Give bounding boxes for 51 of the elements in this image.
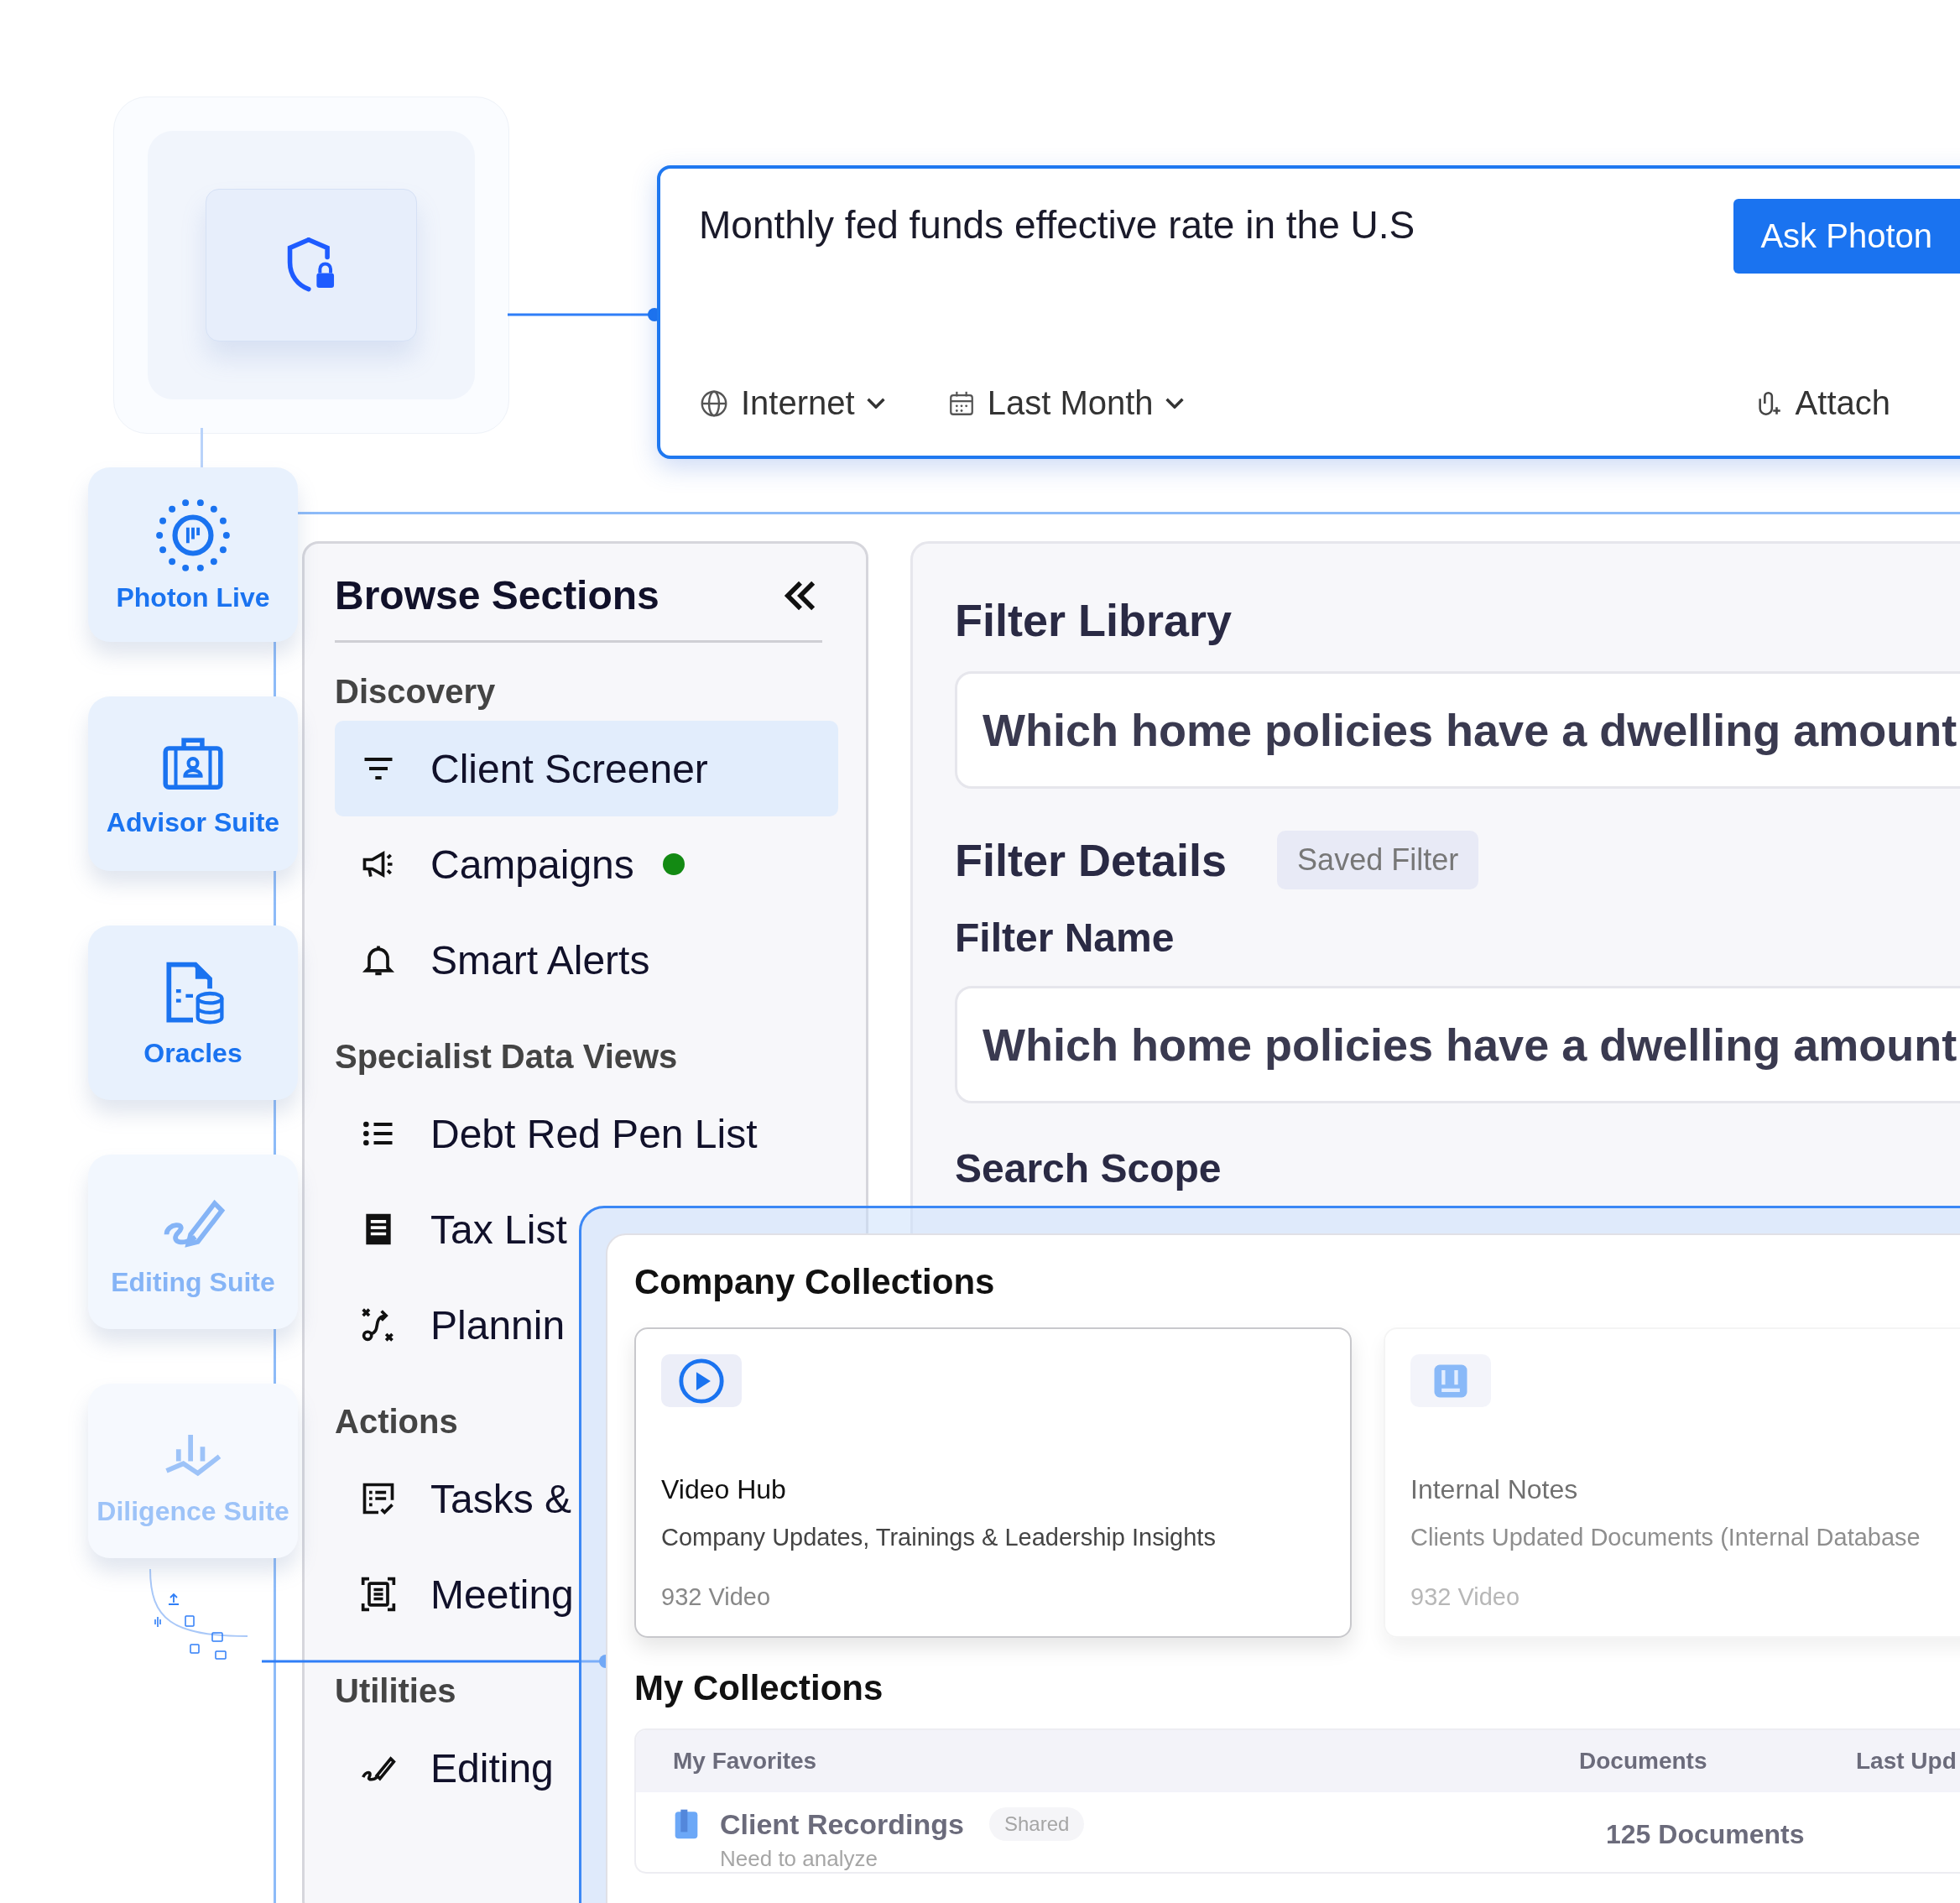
rail-card[interactable]: Oracles (88, 925, 298, 1100)
field-label: Filter Name (955, 915, 1175, 961)
section-heading: Actions (335, 1403, 458, 1441)
card-description: Clients Updated Documents (Internal Database (1410, 1524, 1921, 1551)
chevron-down-icon (1165, 398, 1184, 409)
column-header[interactable]: My Favorites (673, 1748, 1579, 1775)
filter-dropdown[interactable]: Internet (699, 384, 885, 422)
card-title: Internal Notes (1410, 1474, 1579, 1505)
card-description: Company Updates, Trainings & Leadership Insights (661, 1524, 1217, 1551)
chevron-down-icon (866, 398, 885, 409)
table-cell-text: Need to analyze (720, 1846, 878, 1872)
book-icon (673, 1807, 700, 1841)
filter-dropdown[interactable]: Last Month (946, 384, 1184, 422)
menu-item[interactable]: Tasks & (335, 1451, 579, 1546)
shared-tag: Shared (988, 1807, 1085, 1841)
collection-card[interactable]: Internal Notes Clients Updated Documents (Internal Database 932 Video (1384, 1327, 1960, 1638)
column-header[interactable]: Last Upd (1856, 1748, 1957, 1775)
item-count: 932 Video (1410, 1583, 1521, 1611)
section-heading: Filter Library (955, 594, 1233, 646)
section-heading: Specialist Data Views (335, 1038, 678, 1076)
section-heading: Discovery (335, 673, 496, 711)
section-heading: Utilities (335, 1672, 456, 1710)
field-label: Search Scope (955, 1145, 1222, 1191)
panel-title: Browse Sections (335, 572, 659, 618)
item-count: 932 Video (661, 1583, 772, 1611)
menu-item[interactable]: Tax List (335, 1181, 574, 1277)
menu-item[interactable]: Smart Alerts (335, 912, 657, 1008)
column-header[interactable]: Documents (1579, 1748, 1856, 1775)
menu-item[interactable]: Plannin (335, 1277, 572, 1373)
card-title: Video Hub (661, 1474, 787, 1505)
collection-card[interactable]: Video Hub Company Updates, Trainings & Leadership Insights 932 Video (634, 1327, 1352, 1638)
section-title: Company Collections (634, 1262, 996, 1302)
section-heading: Filter Details (955, 834, 1228, 886)
menu-item[interactable]: Meeting (335, 1546, 581, 1642)
text-field[interactable]: Which home policies have a dwelling amount (955, 671, 1960, 789)
document-frame-icon (360, 1576, 397, 1613)
rail-card[interactable]: Advisor Suite (88, 696, 298, 871)
section-title: My Collections (634, 1668, 884, 1708)
query-input[interactable]: Monthly fed funds effective rate in the U.S (699, 202, 1415, 248)
menu-item[interactable]: Client Screener (335, 721, 838, 816)
ask-button[interactable]: Ask Photon (1733, 199, 1960, 274)
rail-card[interactable]: Photon Live (88, 467, 298, 642)
table-cell-text: 125 Documents (1606, 1818, 1806, 1850)
play-icon (677, 1356, 726, 1405)
attach-button[interactable]: Attach (1754, 384, 1890, 422)
tag: Saved Filter (1277, 831, 1479, 889)
menu-item[interactable]: Debt Red Pen List (335, 1086, 764, 1181)
table-cell: Client Recordings (720, 1807, 964, 1841)
menu-item[interactable]: Editing (335, 1720, 560, 1816)
menu-item[interactable]: Campaigns (335, 816, 691, 912)
text-field[interactable]: Which home policies have a dwelling amount (955, 986, 1960, 1103)
